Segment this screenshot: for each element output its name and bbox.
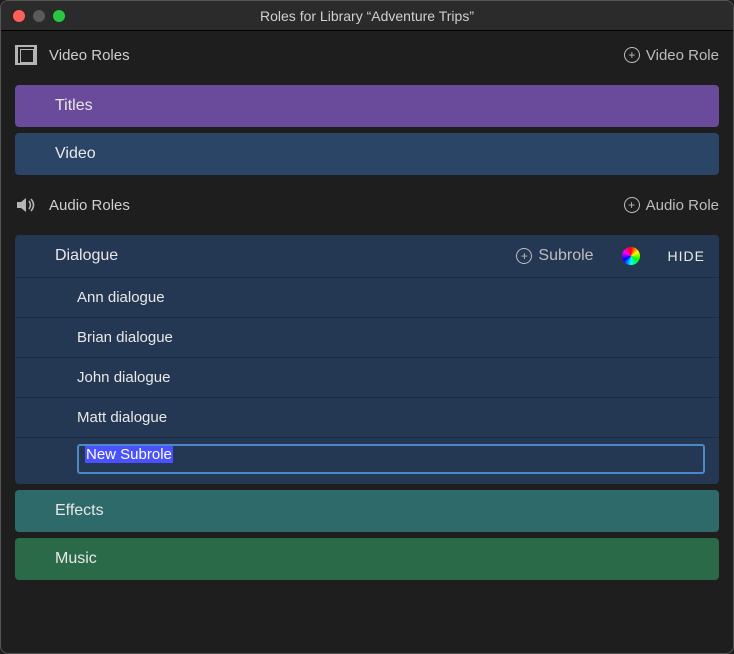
- subrole-item[interactable]: Matt dialogue: [15, 397, 719, 437]
- video-roles-label: Video Roles: [49, 47, 130, 64]
- audio-roles-header: Audio Roles + Audio Role: [1, 181, 733, 229]
- audio-roles-label: Audio Roles: [49, 197, 130, 214]
- role-effects[interactable]: Effects: [15, 490, 719, 532]
- close-window-button[interactable]: [13, 10, 25, 22]
- minimize-window-button[interactable]: [33, 10, 45, 22]
- role-music[interactable]: Music: [15, 538, 719, 580]
- role-label: Effects: [55, 502, 104, 520]
- role-titles[interactable]: Titles: [15, 85, 719, 127]
- window-title: Roles for Library “Adventure Trips”: [1, 8, 733, 24]
- roles-window: Roles for Library “Adventure Trips” Vide…: [0, 0, 734, 654]
- role-label: Video: [55, 145, 96, 163]
- add-subrole-label: Subrole: [538, 247, 593, 265]
- role-color-picker[interactable]: [622, 247, 640, 265]
- window-controls: [13, 10, 65, 22]
- plus-icon: +: [624, 47, 640, 63]
- title-bar: Roles for Library “Adventure Trips”: [1, 1, 733, 31]
- video-roles-header: Video Roles + Video Role: [1, 31, 733, 79]
- role-dialogue[interactable]: Dialogue + Subrole HIDE Ann dialogue Bri…: [15, 235, 719, 484]
- add-video-role-label: Video Role: [646, 47, 719, 64]
- subrole-label: Ann dialogue: [77, 289, 165, 306]
- subrole-edit-row: New Subrole: [15, 437, 719, 484]
- role-video[interactable]: Video: [15, 133, 719, 175]
- zoom-window-button[interactable]: [53, 10, 65, 22]
- subrole-name-input[interactable]: New Subrole: [77, 444, 705, 474]
- role-label: Titles: [55, 97, 93, 115]
- subrole-item[interactable]: John dialogue: [15, 357, 719, 397]
- plus-icon: +: [624, 197, 640, 213]
- add-audio-role-label: Audio Role: [646, 197, 719, 214]
- subrole-label: Matt dialogue: [77, 409, 167, 426]
- role-label: Dialogue: [55, 247, 118, 265]
- subrole-label: Brian dialogue: [77, 329, 173, 346]
- film-icon: [15, 45, 49, 65]
- subrole-item[interactable]: Ann dialogue: [15, 277, 719, 317]
- plus-icon: +: [516, 248, 532, 264]
- add-video-role-button[interactable]: + Video Role: [624, 47, 719, 64]
- subrole-label: John dialogue: [77, 369, 170, 386]
- role-dialogue-header: Dialogue + Subrole HIDE: [15, 235, 719, 277]
- speaker-icon: [15, 195, 49, 215]
- role-label: Music: [55, 550, 97, 568]
- add-subrole-button[interactable]: + Subrole: [516, 247, 593, 265]
- subrole-item[interactable]: Brian dialogue: [15, 317, 719, 357]
- add-audio-role-button[interactable]: + Audio Role: [624, 197, 719, 214]
- hide-subroles-button[interactable]: HIDE: [668, 248, 705, 264]
- subrole-input-value: New Subrole: [85, 446, 173, 463]
